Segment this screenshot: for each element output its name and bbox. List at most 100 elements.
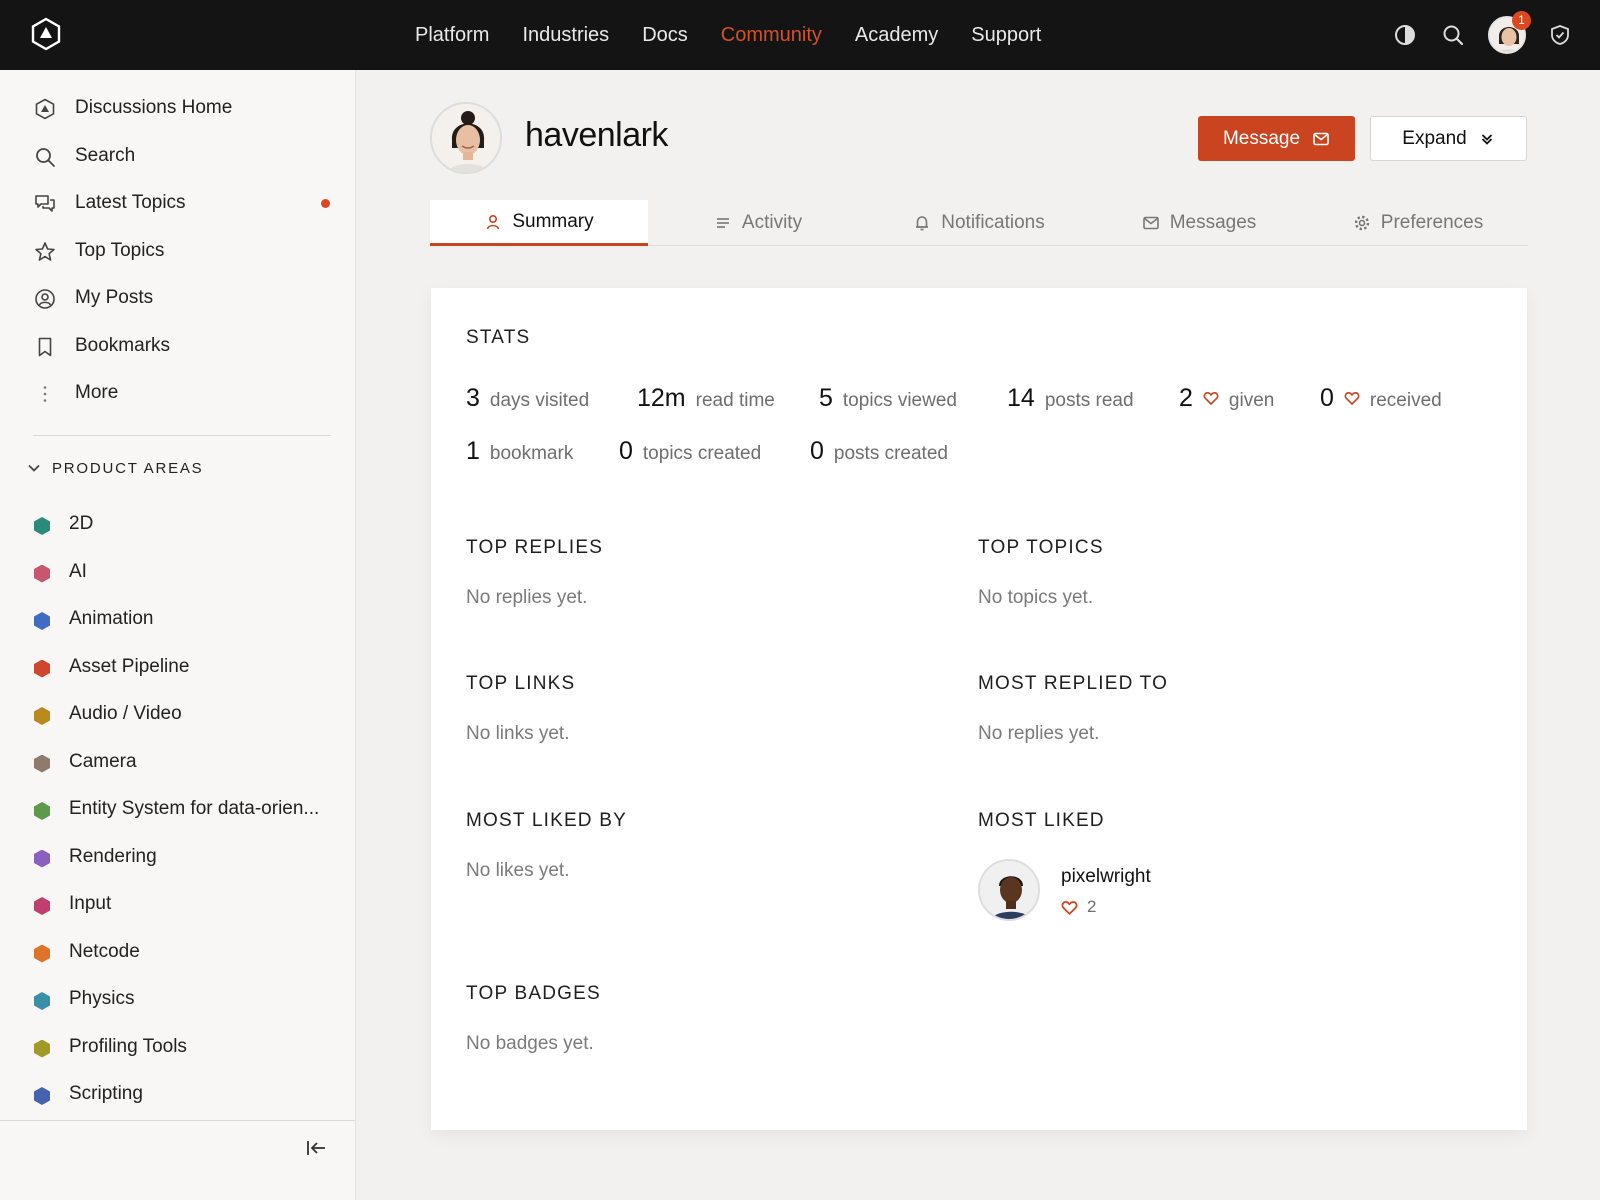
user-circle-icon [35,289,55,309]
nav-academy[interactable]: Academy [855,24,938,47]
top-links-heading: TOP LINKS [466,673,576,694]
stat-value: 2 [1179,384,1193,412]
stat-label: topics viewed [842,390,957,411]
expand-button[interactable]: Expand [1370,116,1527,161]
tab-label: Activity [741,212,803,233]
star-icon [35,242,55,261]
sidebar-category-item[interactable]: Input [0,885,355,925]
sidebar-category-item[interactable]: Animation [0,600,355,640]
stat-label: received [1369,390,1442,411]
stat-label: days visited [489,390,590,411]
nav-support[interactable]: Support [971,24,1041,47]
sidebar-item-discussions-home[interactable]: Discussions Home [0,88,355,128]
category-label: Input [69,893,112,914]
chevron-down-icon [28,464,40,472]
category-hexagon-icon [34,1039,50,1058]
sidebar-category-item[interactable]: 2D [0,505,355,545]
product-areas-toggle[interactable]: PRODUCT AREAS [26,455,204,481]
like-count-value: 2 [1087,897,1097,916]
profile-username: havenlark [525,116,668,154]
stat-value: 3 [466,384,480,412]
stat-label: posts read [1044,390,1134,411]
sidebar-category-item[interactable]: Rendering [0,838,355,878]
category-label: Netcode [69,940,140,962]
collapse-sidebar-icon[interactable] [303,1135,329,1161]
category-label: Scripting [69,1083,143,1104]
sidebar-category-item[interactable]: Scripting [0,1075,355,1115]
sidebar-footer-divider [0,1120,355,1121]
sidebar-category-item[interactable]: AI [0,553,355,593]
category-hexagon-icon [34,897,50,915]
stat-posts-created: 0 posts created [810,437,948,466]
theme-toggle-icon[interactable] [1393,23,1417,47]
nav-community[interactable]: Community [721,24,822,47]
sidebar-divider [33,435,331,436]
sidebar-category-item[interactable]: Netcode [0,933,355,973]
liked-user-name[interactable]: pixelwright [1061,866,1151,888]
nav-platform[interactable]: Platform [415,24,489,47]
message-button[interactable]: Message [1198,116,1355,161]
sidebar-category-item[interactable]: Physics [0,980,355,1020]
category-hexagon-icon [34,612,50,630]
stat-value: 1 [466,437,480,465]
stat-days-visited: 3 days visited [466,384,589,413]
profile-avatar [430,102,502,174]
stat-value: 14 [1007,384,1035,412]
category-hexagon-icon [34,707,50,725]
sidebar-item-more[interactable]: More [0,373,355,413]
sidebar-item-my-posts[interactable]: My Posts [0,278,355,318]
tab-activity[interactable]: Activity [648,200,868,246]
unread-indicator-dot [321,199,330,208]
tab-messages[interactable]: Messages [1090,200,1308,246]
double-chevron-down-icon [1481,133,1492,145]
sidebar-item-latest-topics[interactable]: Latest Topics [0,183,355,223]
tab-preferences[interactable]: Preferences [1308,200,1528,246]
section-title: PRODUCT AREAS [52,459,204,477]
sidebar-category-item[interactable]: Audio / Video [0,695,355,735]
category-label: Entity System for data-orien... [69,798,320,819]
search-icon [36,148,55,167]
tab-label: Messages [1169,212,1257,233]
stat-likes-given: 2 given [1179,384,1274,413]
tab-summary[interactable]: Summary [430,200,648,246]
top-replies-heading: TOP REPLIES [466,537,604,558]
search-icon[interactable] [1441,23,1465,47]
sidebar-item-bookmarks[interactable]: Bookmarks [0,326,355,366]
sidebar-category-item[interactable]: Entity System for data-orien... [0,790,355,830]
liked-user-avatar[interactable] [978,859,1040,921]
stats-heading: STATS [466,327,531,348]
stat-posts-read: 14 posts read [1007,384,1134,413]
stat-value: 12m [637,384,686,412]
nav-industries[interactable]: Industries [522,24,609,47]
stat-label: given [1228,390,1275,411]
logo-icon[interactable] [30,17,62,51]
sidebar-item-label: Discussions Home [75,97,233,118]
stat-value: 5 [819,384,833,412]
sidebar-item-label: My Posts [75,287,154,308]
sidebar-item-label: More [75,382,119,403]
liked-user-count: 2 [1061,897,1096,917]
stat-value: 0 [810,437,824,465]
category-label: Audio / Video [69,703,182,724]
sidebar-category-item[interactable]: Profiling Tools [0,1028,355,1068]
sidebar-category-item[interactable]: Asset Pipeline [0,648,355,688]
expand-button-label: Expand [1402,127,1467,149]
list-icon [716,218,729,228]
top-replies-empty: No replies yet. [466,587,588,608]
message-button-label: Message [1222,127,1301,149]
stat-bookmarks: 1 bookmark [466,437,573,466]
stat-label: topics created [642,443,762,464]
shield-check-icon[interactable] [1548,23,1572,47]
tab-notifications[interactable]: Notifications [868,200,1090,246]
envelope-icon [1142,216,1159,230]
top-topics-heading: TOP TOPICS [978,537,1104,558]
most-liked-by-heading: MOST LIKED BY [466,810,627,831]
heart-icon [1203,392,1219,405]
nav-docs[interactable]: Docs [642,24,688,47]
category-label: Camera [69,750,137,772]
stat-value: 0 [619,437,633,465]
sidebar-item-search[interactable]: Search [0,136,355,176]
sidebar: Discussions Home Search Latest Topics To… [0,70,356,1200]
sidebar-item-top-topics[interactable]: Top Topics [0,231,355,271]
sidebar-category-item[interactable]: Camera [0,743,355,783]
